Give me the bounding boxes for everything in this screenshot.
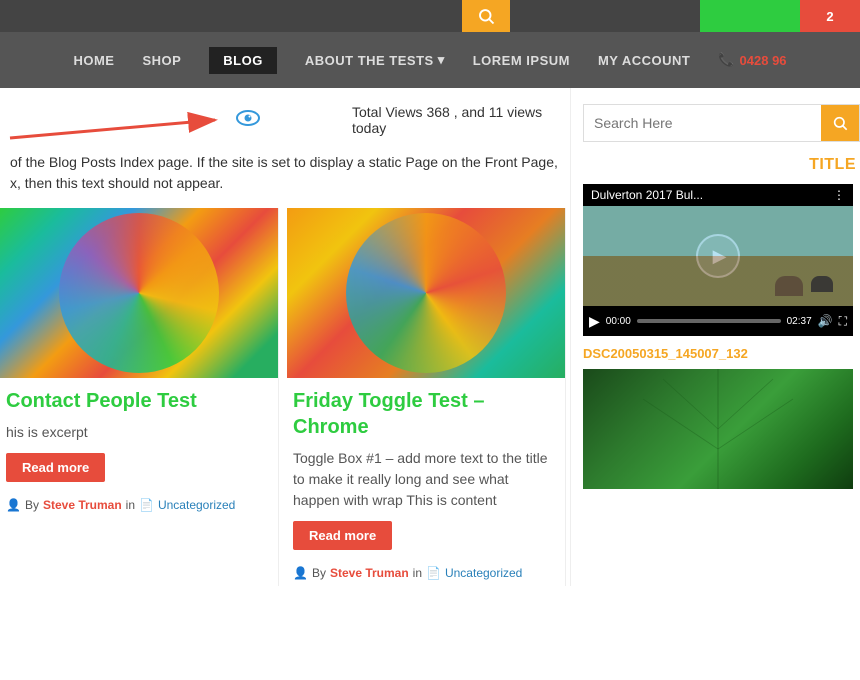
post-content-2: Friday Toggle Test – Chrome Toggle Box #… bbox=[287, 378, 565, 586]
red-arrow bbox=[0, 98, 270, 148]
sidebar-search-input[interactable] bbox=[584, 105, 821, 141]
sidebar-search bbox=[583, 104, 860, 142]
post-author-1[interactable]: Steve Truman bbox=[43, 498, 122, 512]
post-card-1: Contact People Test his is excerpt Read … bbox=[0, 208, 279, 586]
top-bar: 2 bbox=[0, 0, 860, 32]
chevron-down-icon: ▾ bbox=[438, 52, 445, 68]
sidebar: TITLE Dulverton 2017 Bul... ⋮ ▶ bbox=[570, 88, 860, 586]
sidebar-fern-image bbox=[583, 369, 853, 489]
video-title: Dulverton 2017 Bul... bbox=[591, 188, 703, 202]
read-more-btn-1[interactable]: Read more bbox=[6, 453, 105, 482]
post-excerpt-2: Toggle Box #1 – add more text to the tit… bbox=[293, 448, 555, 511]
nav-lorem[interactable]: LOREM IPSUM bbox=[473, 53, 570, 68]
nav-about[interactable]: ABOUT THE TESTS ▾ bbox=[305, 52, 445, 68]
page-icon-2: 📄 bbox=[426, 566, 441, 580]
sidebar-title: TITLE bbox=[583, 156, 860, 174]
phone-icon: 📞 bbox=[718, 52, 734, 68]
top-search-icon-area[interactable] bbox=[462, 0, 510, 32]
cart-count-badge[interactable]: 2 bbox=[800, 0, 860, 32]
post-card-2: Friday Toggle Test – Chrome Toggle Box #… bbox=[287, 208, 566, 586]
post-category-1[interactable]: Uncategorized bbox=[158, 498, 235, 512]
page-icon-1: 📄 bbox=[139, 498, 154, 512]
video-controls: ▶ 00:00 02:37 🔊 ⛶ bbox=[583, 306, 853, 336]
author-icon-2: 👤 bbox=[293, 566, 308, 580]
video-thumbnail[interactable]: ▶ bbox=[583, 206, 853, 306]
volume-icon[interactable]: 🔊 bbox=[818, 314, 833, 328]
video-options-icon[interactable]: ⋮ bbox=[833, 188, 845, 202]
nav-account[interactable]: MY ACCOUNT bbox=[598, 53, 690, 68]
fern-background bbox=[583, 369, 853, 489]
posts-grid: Contact People Test his is excerpt Read … bbox=[0, 208, 570, 586]
video-current-time: 00:00 bbox=[606, 316, 631, 327]
video-duration: 02:37 bbox=[787, 316, 812, 327]
post-thumbnail-1 bbox=[0, 208, 278, 378]
video-player: Dulverton 2017 Bul... ⋮ ▶ ▶ bbox=[583, 184, 853, 336]
main-nav: HOME SHOP BLOG ABOUT THE TESTS ▾ LOREM I… bbox=[0, 32, 860, 88]
nav-home[interactable]: HOME bbox=[73, 53, 114, 68]
post-meta-1: 👤 By Steve Truman in 📄 Uncategorized bbox=[6, 498, 268, 512]
content-area: Total Views 368 , and 11 views today of … bbox=[0, 88, 570, 586]
author-icon-1: 👤 bbox=[6, 498, 21, 512]
nav-shop[interactable]: SHOP bbox=[142, 53, 181, 68]
stats-text: Total Views 368 , and 11 views today bbox=[352, 104, 570, 136]
main-wrapper: Total Views 368 , and 11 views today of … bbox=[0, 88, 860, 586]
sidebar-search-button[interactable] bbox=[821, 105, 859, 141]
top-bar-green bbox=[700, 0, 800, 32]
read-more-btn-2[interactable]: Read more bbox=[293, 521, 392, 550]
post-author-2[interactable]: Steve Truman bbox=[330, 566, 409, 580]
post-title-2[interactable]: Friday Toggle Test – Chrome bbox=[293, 388, 555, 440]
nav-blog[interactable]: BLOG bbox=[209, 47, 277, 74]
nav-phone: 📞 0428 96 bbox=[718, 52, 786, 68]
post-excerpt-1: his is excerpt bbox=[6, 422, 268, 443]
post-thumbnail-2 bbox=[287, 208, 565, 378]
video-play-ctrl[interactable]: ▶ bbox=[589, 313, 600, 330]
post-category-2[interactable]: Uncategorized bbox=[445, 566, 522, 580]
dsc-link[interactable]: DSC20050315_145007_132 bbox=[583, 346, 860, 361]
stats-bar: Total Views 368 , and 11 views today bbox=[0, 88, 570, 148]
post-content-1: Contact People Test his is excerpt Read … bbox=[0, 378, 278, 518]
post-meta-2: 👤 By Steve Truman in 📄 Uncategorized bbox=[293, 566, 555, 580]
post-title-1[interactable]: Contact People Test bbox=[6, 388, 268, 414]
blog-description: of the Blog Posts Index page. If the sit… bbox=[0, 148, 570, 208]
fullscreen-icon[interactable]: ⛶ bbox=[839, 314, 847, 329]
video-top-bar: Dulverton 2017 Bul... ⋮ bbox=[583, 184, 853, 206]
video-overlay: Dulverton 2017 Bul... ⋮ ▶ ▶ bbox=[583, 184, 853, 336]
video-progress-bar[interactable] bbox=[637, 319, 781, 323]
